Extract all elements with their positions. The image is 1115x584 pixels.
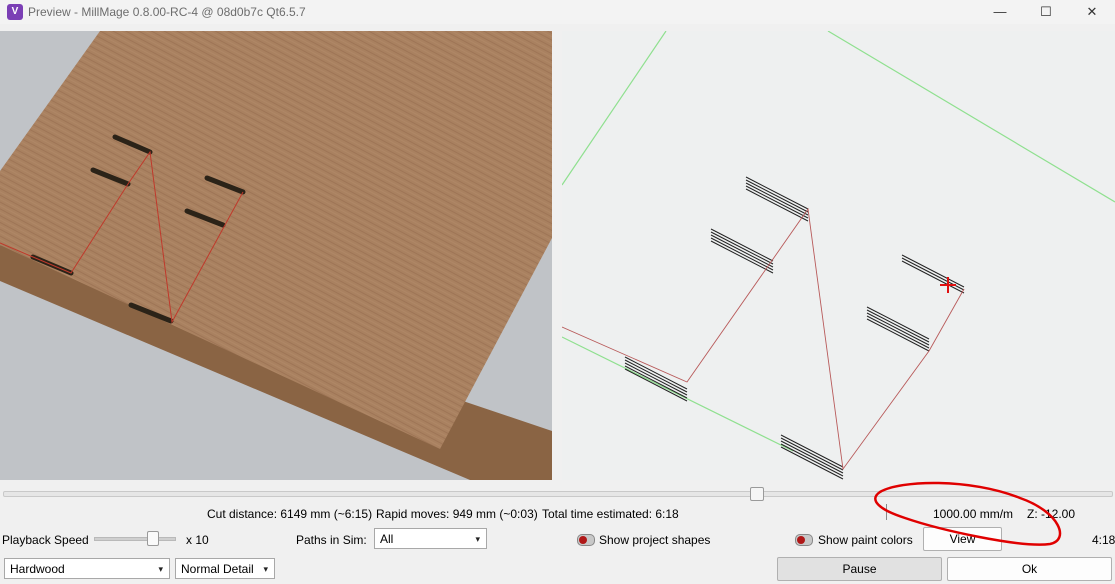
elapsed-time-readout: 4:18	[1092, 533, 1115, 547]
timeline-handle[interactable]	[750, 487, 764, 501]
feed-rate-readout: 1000.00 mm/m	[933, 507, 1014, 521]
toolpath-segments	[624, 176, 965, 480]
paths-in-sim-value: All	[380, 532, 394, 546]
title-bar: V Preview - MillMage 0.8.00-RC-4 @ 08d0b…	[0, 0, 1115, 24]
material-boundary-top	[827, 31, 1115, 203]
rapid-moves: Rapid moves: 949 mm (~0:03)	[376, 507, 538, 521]
playback-speed-handle[interactable]	[147, 531, 159, 546]
maximize-button[interactable]: ☐	[1023, 0, 1069, 24]
pause-button[interactable]: Pause	[777, 557, 942, 581]
ok-button[interactable]: Ok	[947, 557, 1112, 581]
playback-speed-label: Playback Speed	[2, 533, 89, 547]
show-project-shapes-toggle[interactable]	[577, 534, 595, 546]
window-title: Preview - MillMage 0.8.00-RC-4 @ 08d0b7c…	[28, 5, 306, 19]
playback-speed-slider[interactable]	[94, 537, 176, 541]
minimize-button[interactable]: —	[977, 0, 1023, 24]
close-button[interactable]: ✕	[1069, 0, 1115, 24]
chevron-down-icon: ▾	[263, 564, 268, 574]
readout-divider	[886, 504, 887, 520]
timeline-track[interactable]	[3, 491, 1113, 497]
material-boundary-left	[562, 31, 667, 186]
z-readout: Z: -12.00	[1027, 507, 1076, 521]
rapid-path-2d	[562, 207, 965, 471]
total-time: Total time estimated: 6:18	[542, 507, 679, 521]
millmage-logo-icon: V	[7, 4, 23, 20]
paths-in-sim-label: Paths in Sim:	[296, 533, 367, 547]
show-paint-colors-toggle[interactable]	[795, 534, 813, 546]
show-paint-colors-label: Show paint colors	[818, 533, 913, 547]
detail-value: Normal Detail	[181, 562, 254, 576]
playback-multiplier: x 10	[186, 533, 209, 547]
material-boundary-bottom	[562, 336, 794, 452]
chevron-down-icon: ▾	[158, 564, 163, 574]
material-value: Hardwood	[10, 562, 65, 576]
3d-preview-viewport[interactable]	[0, 31, 552, 480]
material-dropdown[interactable]: Hardwood ▾	[4, 558, 170, 579]
paths-in-sim-dropdown[interactable]: All ▾	[374, 528, 487, 549]
chevron-down-icon: ▾	[475, 534, 480, 544]
toggle-knob	[797, 536, 805, 544]
show-project-shapes-label: Show project shapes	[599, 533, 711, 547]
2d-path-viewport[interactable]	[562, 31, 1115, 480]
detail-dropdown[interactable]: Normal Detail ▾	[175, 558, 275, 579]
toggle-knob	[579, 536, 587, 544]
view-button[interactable]: View	[923, 527, 1002, 551]
cut-distance: Cut distance: 6149 mm (~6:15)	[207, 507, 373, 521]
